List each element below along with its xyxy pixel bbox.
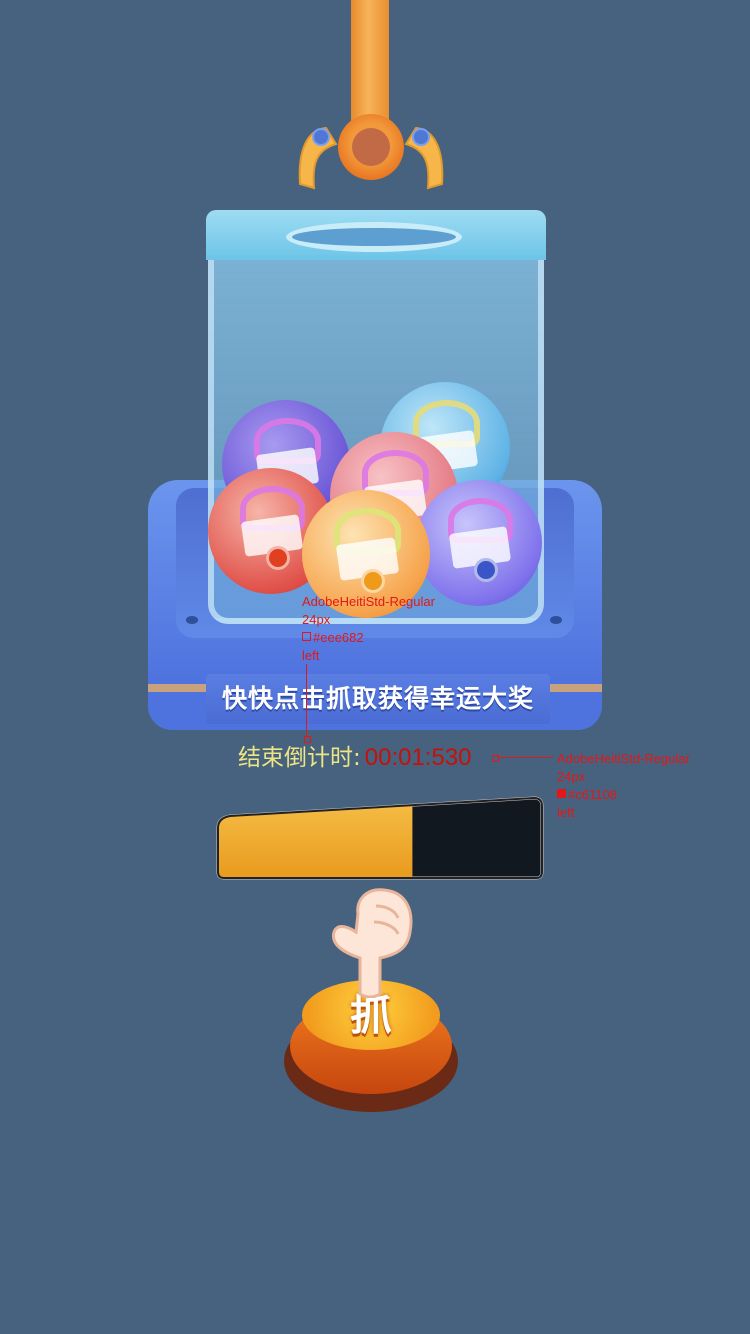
time-spec-font: AdobeHeitiStd-Regular [557,751,690,766]
time-spec-align: left [557,805,575,820]
claw-rod [351,0,389,130]
time-spec-annotation: AdobeHeitiStd-Regular 24px #c61108 left [557,750,690,822]
ball-knob-icon [360,569,385,594]
ball-knob-icon [265,546,290,571]
grab-button[interactable]: 抓 [284,980,458,1116]
slogan-banner: 快快点击抓取获得幸运大奖 [206,674,550,724]
claw-pin [412,128,430,146]
time-spec-size: 24px [557,769,586,784]
annotation-leader-line [306,664,307,738]
countdown-time: 00:01:530 [364,744,472,771]
screw-icon [550,616,562,624]
annotation-leader-line [497,757,553,758]
label-spec-annotation: AdobeHeitiStd-Regular 24px #eee682 left [302,593,435,665]
swatch-icon [557,789,566,798]
time-spec-color: #c61108 [568,787,617,802]
label-spec-color: #eee682 [313,630,364,645]
label-spec-align: left [302,648,320,663]
label-spec-size: 24px [302,612,331,627]
pointing-hand-icon [326,888,418,999]
label-spec-font: AdobeHeitiStd-Regular [302,594,435,609]
countdown-label: 结束倒计时: [238,745,361,771]
screw-icon [186,616,198,624]
ball-knob-icon [473,558,498,583]
claw-hub [338,114,404,180]
prize-ball-violet[interactable] [416,480,542,606]
claw-right-arm [402,122,446,192]
claw-pin [312,128,330,146]
prize-chute-opening [286,222,462,252]
swatch-icon [302,632,311,641]
claw-left-arm [296,122,340,192]
countdown: 结束倒计时: 00:01:530 [238,740,472,776]
grab-power-progress-bar [214,794,546,880]
